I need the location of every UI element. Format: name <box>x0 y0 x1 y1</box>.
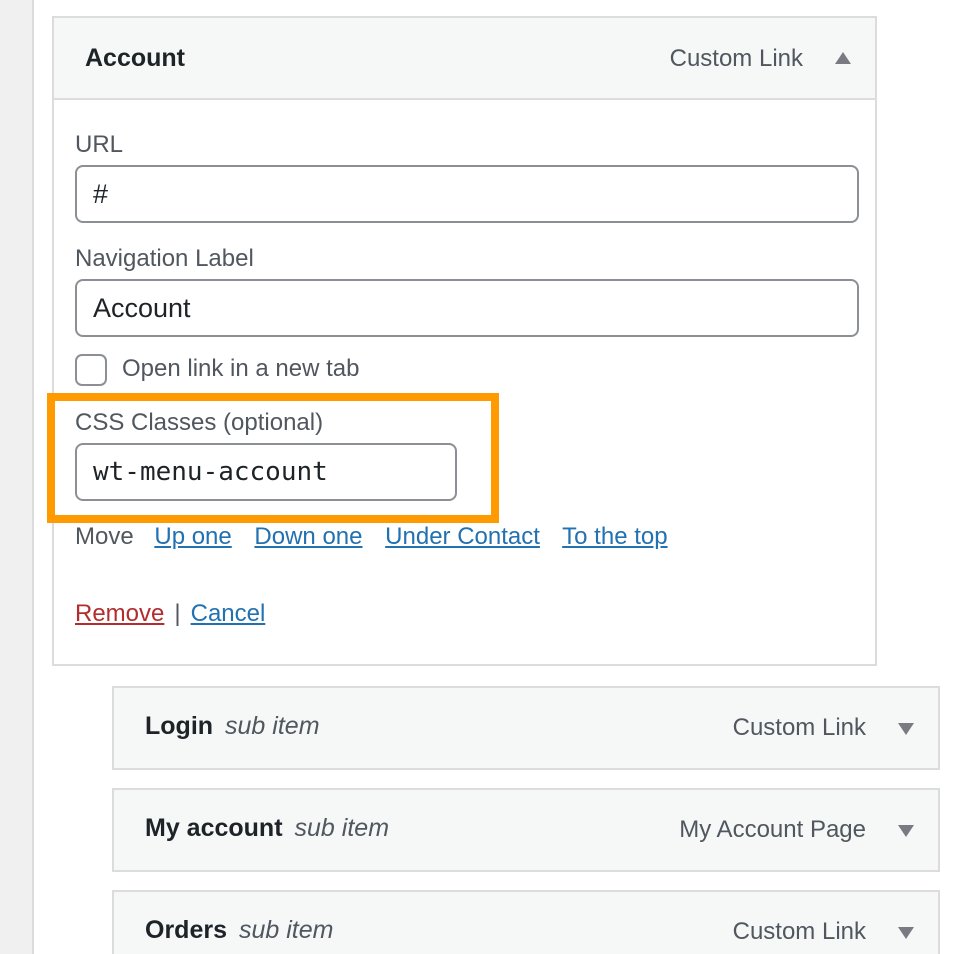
sub-item-note: sub item <box>238 916 334 944</box>
sub-item-note: sub item <box>294 814 390 842</box>
move-to-top-link[interactable]: To the top <box>562 523 667 550</box>
move-under-contact-link[interactable]: Under Contact <box>385 523 540 550</box>
item-actions: Remove | Cancel <box>75 600 265 628</box>
new-tab-checkbox[interactable] <box>75 354 107 386</box>
arrow-down-icon[interactable] <box>898 927 914 939</box>
cancel-link[interactable]: Cancel <box>191 600 266 627</box>
menu-item-my-account[interactable]: My account sub item My Account Page <box>112 788 940 872</box>
sub-item-name: Orders <box>145 916 227 944</box>
admin-sidebar-edge <box>0 0 34 954</box>
move-row: Move Up one Down one Under Contact To th… <box>75 523 684 551</box>
css-classes-highlight <box>47 393 499 523</box>
new-tab-label: Open link in a new tab <box>122 355 360 382</box>
move-up-one-link[interactable]: Up one <box>154 523 231 550</box>
arrow-up-icon[interactable] <box>835 52 851 64</box>
move-down-one-link[interactable]: Down one <box>254 523 362 550</box>
menu-item-header[interactable]: Account Custom Link <box>54 18 875 100</box>
arrow-down-icon[interactable] <box>898 825 914 837</box>
sub-item-title: Login sub item <box>145 712 320 741</box>
menu-item-login[interactable]: Login sub item Custom Link <box>112 686 940 770</box>
arrow-down-icon[interactable] <box>898 723 914 735</box>
menu-item-title: Account <box>85 44 185 72</box>
url-label: URL <box>75 131 124 158</box>
menu-item-type: Custom Link <box>669 45 803 72</box>
move-label: Move <box>75 523 134 550</box>
remove-link[interactable]: Remove <box>75 600 164 627</box>
menu-item-account: Account Custom Link URL Navigation Label… <box>52 16 877 666</box>
sub-item-name: My account <box>145 814 283 842</box>
sub-item-name: Login <box>145 712 214 740</box>
sub-item-type: Custom Link <box>732 714 866 741</box>
navigation-label-input[interactable] <box>75 279 859 337</box>
sub-item-type: Custom Link <box>732 918 866 945</box>
action-separator: | <box>174 600 181 627</box>
sub-item-title: My account sub item <box>145 814 389 843</box>
url-input[interactable] <box>75 165 859 223</box>
menu-item-orders[interactable]: Orders sub item Custom Link <box>112 890 940 954</box>
navigation-label-label: Navigation Label <box>75 245 254 272</box>
sub-item-title: Orders sub item <box>145 916 333 945</box>
sub-item-type: My Account Page <box>679 816 866 843</box>
sub-item-note: sub item <box>225 712 320 740</box>
